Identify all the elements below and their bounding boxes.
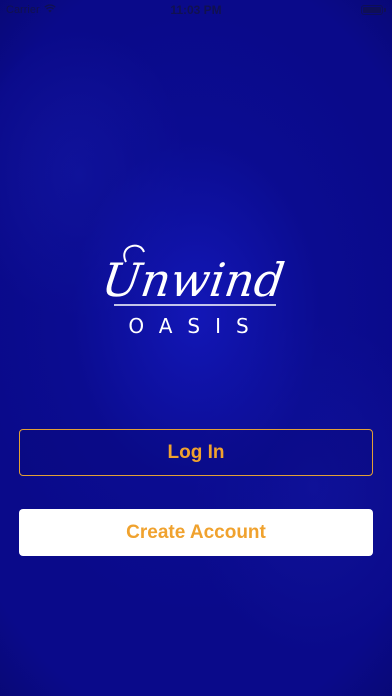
status-time: 11:03 PM bbox=[170, 3, 222, 17]
status-right bbox=[361, 5, 386, 15]
app-logo: Unwind OASIS bbox=[99, 244, 288, 338]
battery-tip bbox=[384, 8, 386, 12]
logo-script-text: Unwind bbox=[99, 253, 288, 307]
battery-fill bbox=[363, 7, 381, 13]
create-account-button[interactable]: Create Account bbox=[19, 509, 373, 556]
logo-subtitle: OASIS bbox=[128, 314, 263, 338]
battery-icon bbox=[361, 5, 383, 15]
status-bar: Carrier 11:03 PM bbox=[0, 0, 392, 22]
welcome-screen: Carrier 11:03 PM Unwind OASIS Log In Cre… bbox=[0, 0, 392, 696]
login-button[interactable]: Log In bbox=[19, 429, 373, 476]
